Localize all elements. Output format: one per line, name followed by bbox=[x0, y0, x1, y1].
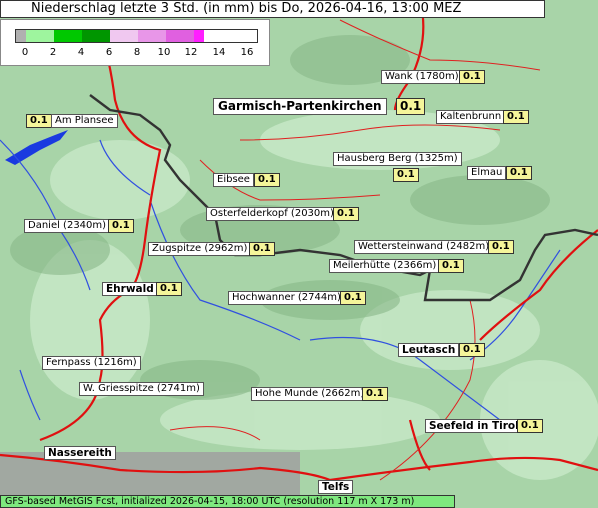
place-label: Fernpass (1216m) bbox=[42, 356, 141, 370]
place-label: W. Griesspitze (2741m) bbox=[79, 382, 204, 396]
place-label: Hochwanner (2744m) bbox=[228, 291, 345, 305]
legend-swatch bbox=[194, 30, 204, 42]
legend-swatch bbox=[82, 30, 110, 42]
place-label: Eibsee bbox=[213, 173, 254, 187]
place-value: 0.1 bbox=[517, 419, 543, 433]
legend-tick: 16 bbox=[240, 47, 254, 58]
place-value: 0.1 bbox=[340, 291, 366, 305]
legend-tick: 10 bbox=[157, 47, 171, 58]
place-value: 0.1 bbox=[362, 387, 388, 401]
place-value: 0.1 bbox=[249, 242, 275, 256]
place-label: Wank (1780m) bbox=[381, 70, 463, 84]
legend-tick: 14 bbox=[212, 47, 226, 58]
legend-color-bar bbox=[15, 29, 258, 43]
legend-swatch bbox=[166, 30, 194, 42]
legend-tick: 12 bbox=[184, 47, 198, 58]
place-label: Daniel (2340m) bbox=[24, 219, 111, 233]
place-value: 0.1 bbox=[396, 98, 426, 115]
place-value: 0.1 bbox=[108, 219, 134, 233]
place-label: Meilerhütte (2366m) bbox=[329, 259, 441, 273]
legend-tick: 2 bbox=[49, 47, 57, 58]
legend-tick: 8 bbox=[133, 47, 141, 58]
place-value: 0.1 bbox=[503, 110, 529, 124]
legend-tick: 0 bbox=[21, 47, 29, 58]
legend-swatch bbox=[54, 30, 82, 42]
place-value: 0.1 bbox=[333, 207, 359, 221]
place-label: Hausberg Berg (1325m) bbox=[333, 152, 462, 166]
town-label: Telfs bbox=[318, 480, 354, 494]
legend-swatch bbox=[26, 30, 54, 42]
place-label: Kaltenbrunn bbox=[436, 110, 506, 124]
legend-swatch bbox=[16, 30, 26, 42]
place-value: 0.1 bbox=[506, 166, 532, 180]
legend-tick: 4 bbox=[77, 47, 85, 58]
place-value: 0.1 bbox=[459, 343, 485, 357]
town-label: Nassereith bbox=[44, 446, 116, 460]
place-value: 0.1 bbox=[438, 259, 464, 273]
place-label: Osterfelderkopf (2030m) bbox=[206, 207, 338, 221]
place-value: 0.1 bbox=[459, 70, 485, 84]
place-label: Elmau bbox=[467, 166, 507, 180]
place-label: Wettersteinwand (2482m) bbox=[354, 240, 494, 254]
map-title: Niederschlag letzte 3 Std. (in mm) bis D… bbox=[0, 0, 545, 18]
place-value: 0.1 bbox=[26, 114, 52, 128]
town-label: Ehrwald bbox=[102, 282, 158, 296]
place-label: Hohe Munde (2662m) bbox=[251, 387, 369, 401]
place-value: 0.1 bbox=[156, 282, 182, 296]
place-value: 0.1 bbox=[488, 240, 514, 254]
legend-swatch bbox=[110, 30, 138, 42]
place-value: 0.1 bbox=[254, 173, 280, 187]
place-value: 0.1 bbox=[393, 168, 419, 182]
place-label: Garmisch-Partenkirchen bbox=[213, 98, 387, 115]
place-label: Zugspitze (2962m) bbox=[148, 242, 252, 256]
legend-swatch bbox=[138, 30, 166, 42]
model-info-footer: GFS-based MetGIS Fcst, initialized 2026-… bbox=[0, 495, 455, 508]
town-label: Leutasch bbox=[398, 343, 460, 357]
legend-tick: 6 bbox=[105, 47, 113, 58]
place-label: Am Plansee bbox=[51, 114, 118, 128]
precipitation-legend: 0 2 4 6 8 10 12 14 16 bbox=[0, 19, 270, 66]
town-label: Seefeld in Tirol bbox=[425, 419, 523, 433]
